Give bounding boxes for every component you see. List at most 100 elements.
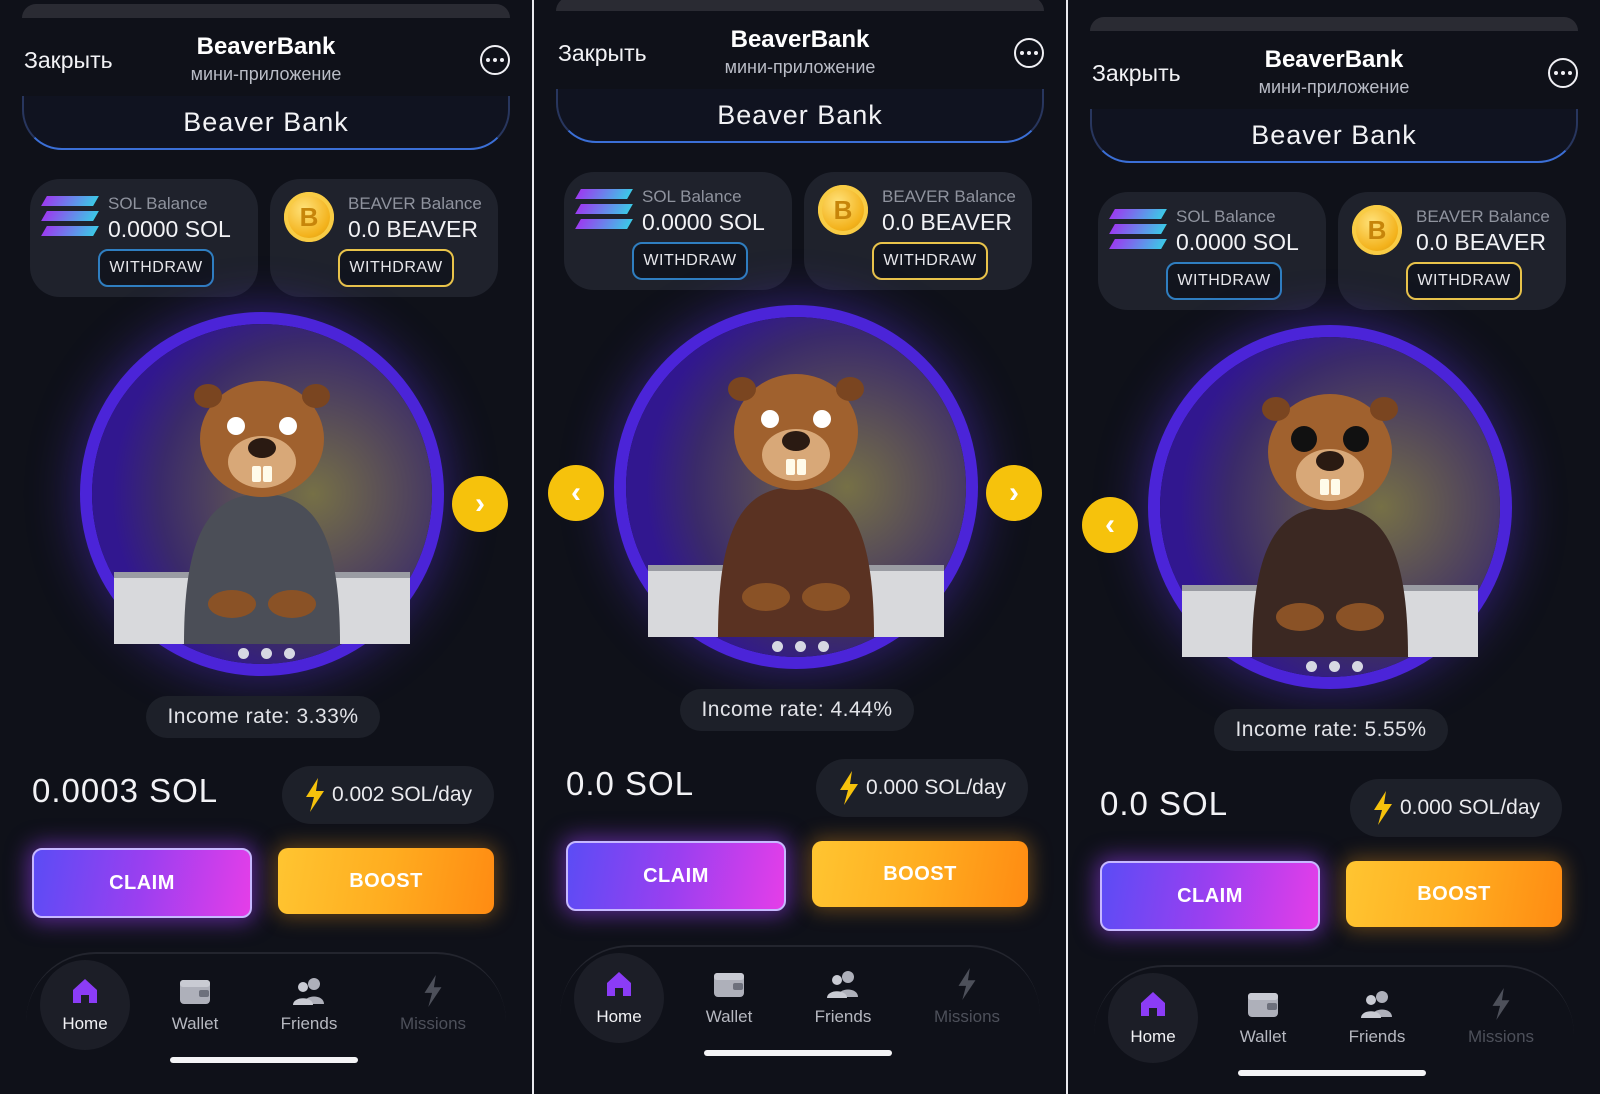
beaver-withdraw-button[interactable]: WITHDRAW bbox=[872, 242, 988, 280]
sheet-handle-bg bbox=[22, 4, 510, 18]
carousel-dots bbox=[0, 648, 532, 659]
per-day-value: 0.000 SOL/day bbox=[865, 776, 1007, 799]
beaver-balance-label: BEAVER Balance bbox=[882, 187, 1016, 206]
carousel-dot[interactable] bbox=[1351, 661, 1363, 672]
sheet-handle-bg bbox=[1090, 17, 1578, 31]
carousel-next-button[interactable]: › bbox=[452, 476, 508, 532]
home-icon bbox=[40, 974, 130, 1008]
bottom-nav: Home Wallet Friends Missions bbox=[1094, 965, 1574, 1067]
carousel-dot[interactable] bbox=[283, 648, 295, 659]
phone-panel: Закрыть BeaverBank мини-приложение Beave… bbox=[534, 0, 1066, 1094]
accrued-amount: 0.0 SOL bbox=[566, 765, 695, 802]
boost-button[interactable]: BOOST bbox=[278, 848, 494, 914]
boost-button[interactable]: BOOST bbox=[812, 841, 1028, 907]
nav-friends-label: Friends bbox=[1348, 1027, 1406, 1046]
wallet-icon bbox=[1218, 987, 1308, 1021]
sheet-handle-bg bbox=[556, 0, 1044, 11]
nav-missions-label: Missions bbox=[1467, 1027, 1535, 1046]
sol-balance-value: 0.0000 SOL bbox=[1176, 229, 1299, 255]
boost-button[interactable]: BOOST bbox=[1346, 861, 1562, 927]
page-title: Beaver Bank bbox=[1090, 109, 1578, 163]
screenshot-row: Закрыть BeaverBank мини-приложение Beave… bbox=[0, 0, 1600, 1094]
beaver-balance-value: 0.0 BEAVER bbox=[348, 216, 478, 242]
nav-missions-label: Missions bbox=[399, 1014, 467, 1033]
beaver-balance-card: B BEAVER Balance 0.0 BEAVER WITHDRAW bbox=[270, 179, 498, 297]
carousel-dot[interactable] bbox=[1328, 661, 1340, 672]
miniapp-header: Закрыть BeaverBank мини-приложение bbox=[0, 28, 532, 100]
carousel-prev-button[interactable]: ‹ bbox=[548, 465, 604, 521]
lightning-bolt-icon bbox=[839, 771, 858, 805]
income-rate-badge: Income rate: 4.44% bbox=[680, 689, 914, 731]
missions-bolt-icon bbox=[1456, 987, 1546, 1021]
carousel-dot[interactable] bbox=[817, 641, 829, 652]
nav-friends[interactable]: Friends bbox=[264, 974, 354, 1034]
carousel-dot[interactable] bbox=[794, 641, 806, 652]
per-day-badge: 0.000 SOL/day bbox=[816, 759, 1028, 817]
carousel-dots bbox=[1068, 661, 1600, 672]
nav-friends[interactable]: Friends bbox=[1332, 987, 1422, 1047]
miniapp-header: Закрыть BeaverBank мини-приложение bbox=[1068, 41, 1600, 113]
nav-home-label: Home bbox=[596, 1007, 642, 1026]
carousel-dot[interactable] bbox=[237, 648, 249, 659]
friends-icon bbox=[798, 967, 888, 1001]
app-subtitle: мини-приложение bbox=[190, 64, 342, 84]
nav-missions[interactable]: Missions bbox=[922, 967, 1012, 1027]
carousel-dot[interactable] bbox=[771, 641, 783, 652]
carousel-dot[interactable] bbox=[260, 648, 272, 659]
claim-button[interactable]: CLAIM bbox=[1100, 861, 1320, 931]
beaver-withdraw-button[interactable]: WITHDRAW bbox=[1406, 262, 1522, 300]
per-day-badge: 0.000 SOL/day bbox=[1350, 779, 1562, 837]
per-day-badge: 0.002 SOL/day bbox=[282, 766, 494, 824]
sol-withdraw-button[interactable]: WITHDRAW bbox=[98, 249, 214, 287]
nav-home[interactable]: Home bbox=[574, 953, 664, 1043]
sol-balance-label: SOL Balance bbox=[108, 194, 208, 213]
sol-balance-card: SOL Balance 0.0000 SOL WITHDRAW bbox=[1098, 192, 1326, 310]
income-rate-badge: Income rate: 5.55% bbox=[1214, 709, 1448, 751]
carousel-dot[interactable] bbox=[1305, 661, 1317, 672]
nav-missions[interactable]: Missions bbox=[388, 974, 478, 1034]
app-subtitle: мини-приложение bbox=[724, 57, 876, 77]
beaver-coin-icon: B bbox=[1352, 205, 1402, 255]
more-icon[interactable] bbox=[480, 45, 510, 75]
miniapp-header: Закрыть BeaverBank мини-приложение bbox=[534, 21, 1066, 93]
sol-withdraw-button[interactable]: WITHDRAW bbox=[632, 242, 748, 280]
beaver-character-image bbox=[92, 324, 432, 664]
claim-button[interactable]: CLAIM bbox=[566, 841, 786, 911]
friends-icon bbox=[1332, 987, 1422, 1021]
home-indicator bbox=[1238, 1070, 1426, 1076]
nav-home[interactable]: Home bbox=[40, 960, 130, 1050]
nav-home[interactable]: Home bbox=[1108, 973, 1198, 1063]
sol-balance-card: SOL Balance 0.0000 SOL WITHDRAW bbox=[564, 172, 792, 290]
nav-wallet[interactable]: Wallet bbox=[1218, 987, 1308, 1047]
beaver-illustration bbox=[114, 381, 410, 644]
nav-missions-label: Missions bbox=[933, 1007, 1001, 1026]
beaver-balance-value: 0.0 BEAVER bbox=[1416, 229, 1546, 255]
nav-friends[interactable]: Friends bbox=[798, 967, 888, 1027]
carousel-prev-button[interactable]: ‹ bbox=[1082, 497, 1138, 553]
app-subtitle: мини-приложение bbox=[1258, 77, 1410, 97]
beaver-balance-card: B BEAVER Balance 0.0 BEAVER WITHDRAW bbox=[1338, 192, 1566, 310]
nav-wallet[interactable]: Wallet bbox=[150, 974, 240, 1034]
sol-balance-label: SOL Balance bbox=[642, 187, 742, 206]
app-title: BeaverBank bbox=[1264, 46, 1404, 73]
accrued-amount: 0.0003 SOL bbox=[32, 772, 219, 809]
nav-wallet-label: Wallet bbox=[1239, 1027, 1287, 1046]
carousel-next-button[interactable]: › bbox=[986, 465, 1042, 521]
sol-balance-card: SOL Balance 0.0000 SOL WITHDRAW bbox=[30, 179, 258, 297]
home-icon bbox=[574, 967, 664, 1001]
more-icon[interactable] bbox=[1548, 58, 1578, 88]
app-title: BeaverBank bbox=[730, 26, 870, 53]
phone-screen: Закрыть BeaverBank мини-приложение Beave… bbox=[534, 0, 1066, 1091]
sol-balance-value: 0.0000 SOL bbox=[108, 216, 231, 242]
beaver-coin-icon: B bbox=[818, 185, 868, 235]
solana-logo-icon bbox=[41, 196, 99, 236]
nav-missions[interactable]: Missions bbox=[1456, 987, 1546, 1047]
claim-button[interactable]: CLAIM bbox=[32, 848, 252, 918]
bottom-nav: Home Wallet Friends Missions bbox=[560, 945, 1040, 1047]
nav-wallet-label: Wallet bbox=[705, 1007, 753, 1026]
more-icon[interactable] bbox=[1014, 38, 1044, 68]
sol-withdraw-button[interactable]: WITHDRAW bbox=[1166, 262, 1282, 300]
nav-wallet[interactable]: Wallet bbox=[684, 967, 774, 1027]
beaver-withdraw-button[interactable]: WITHDRAW bbox=[338, 249, 454, 287]
accrued-amount: 0.0 SOL bbox=[1100, 785, 1229, 822]
